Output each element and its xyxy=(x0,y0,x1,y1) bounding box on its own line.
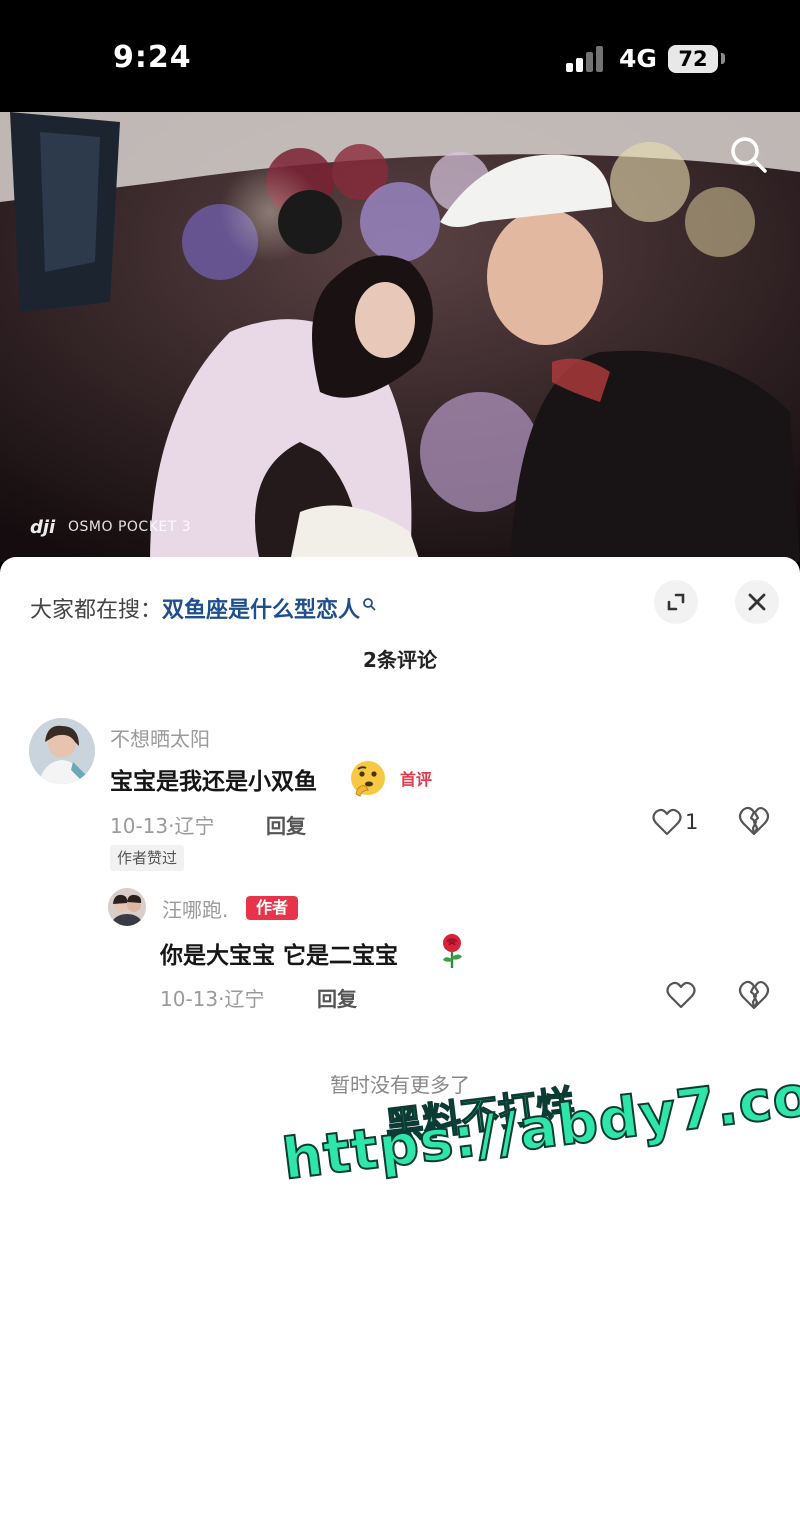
video-photo[interactable] xyxy=(0,112,800,562)
camera-model-text: OSMO POCKET 3 xyxy=(68,519,192,535)
search-icon[interactable] xyxy=(726,132,770,176)
avatar[interactable] xyxy=(29,718,95,784)
suggested-search[interactable]: 大家都在搜：双鱼座是什么型恋人 xyxy=(30,585,376,625)
search-query-link[interactable]: 双鱼座是什么型恋人 xyxy=(162,598,360,623)
reply-button[interactable]: 回复 xyxy=(317,983,357,1012)
network-type: 4G xyxy=(619,44,657,73)
signal-icon xyxy=(566,46,610,72)
close-icon xyxy=(748,593,766,611)
dislike-broken-heart-icon[interactable] xyxy=(738,806,770,836)
author-liked-tag: 作者赞过 xyxy=(110,845,185,871)
comment-username[interactable]: 汪哪跑. xyxy=(162,894,228,923)
battery-tip xyxy=(721,53,725,64)
comment-date-location: 10-13·辽宁 xyxy=(110,814,215,838)
search-prefix: 大家都在搜： xyxy=(30,598,163,623)
status-bar: 9:24 4G 72 xyxy=(0,0,800,112)
like-heart-icon[interactable] xyxy=(666,981,696,1009)
close-button[interactable] xyxy=(735,580,779,624)
comment-count-title: 2条评论 xyxy=(363,648,437,672)
battery-indicator: 72 xyxy=(668,45,718,73)
expand-icon xyxy=(667,593,685,611)
avatar[interactable] xyxy=(108,888,146,926)
comment-text: 你是大宝宝 它是二宝宝 xyxy=(160,943,399,969)
camera-brand-logo: dji xyxy=(30,517,56,538)
reply-button[interactable]: 回复 xyxy=(266,810,306,839)
like-count: 1 xyxy=(685,810,699,834)
comment-sheet xyxy=(0,557,800,1523)
like-heart-icon[interactable] xyxy=(652,808,682,836)
dislike-broken-heart-icon[interactable] xyxy=(738,980,770,1010)
photo-illustration xyxy=(0,112,800,562)
rose-emoji xyxy=(443,934,462,968)
thinking-face-emoji xyxy=(351,761,385,797)
comment-text: 宝宝是我还是小双鱼 xyxy=(110,769,317,795)
author-badge: 作者 xyxy=(246,896,298,920)
expand-button[interactable] xyxy=(654,580,698,624)
search-icon xyxy=(362,585,376,611)
first-comment-badge: 首评 xyxy=(400,770,433,789)
status-time: 9:24 xyxy=(113,40,192,75)
comment-username[interactable]: 不想晒太阳 xyxy=(110,723,210,752)
comment-date-location: 10-13·辽宁 xyxy=(160,987,265,1011)
